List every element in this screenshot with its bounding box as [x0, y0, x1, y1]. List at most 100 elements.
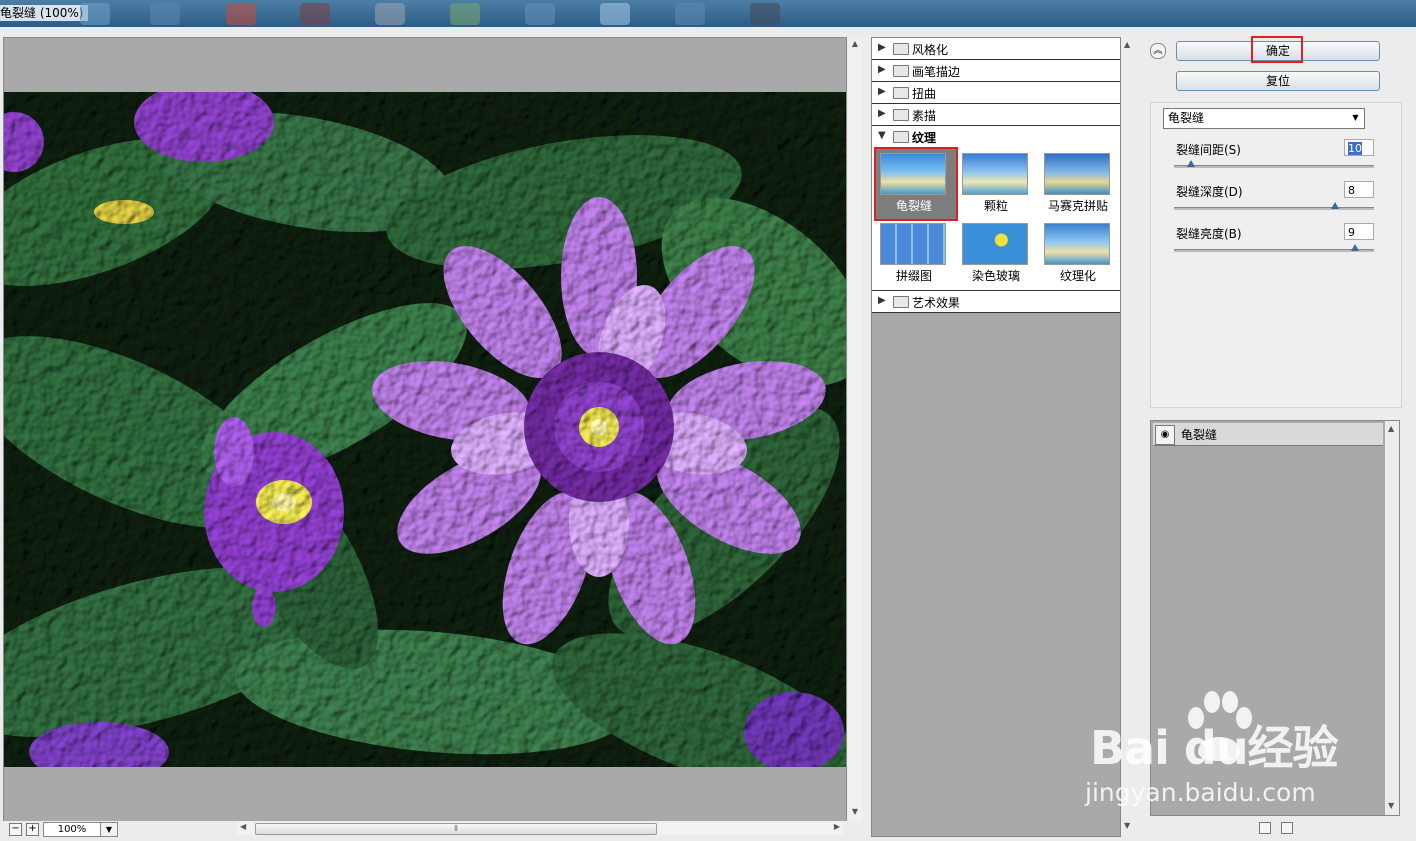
- chevron-down-icon[interactable]: ▼: [1348, 110, 1363, 126]
- preview-vertical-scrollbar[interactable]: ▲ ▼: [848, 37, 862, 821]
- taskbar-app-icon[interactable]: [525, 3, 555, 25]
- scroll-up-icon[interactable]: ▲: [1124, 40, 1130, 49]
- effect-layers-panel: ◉ 龟裂缝 ▲ ▼: [1150, 420, 1400, 816]
- filter-thumb-grain[interactable]: 颗粒: [958, 149, 1038, 219]
- crack-brightness-value: 9: [1348, 226, 1355, 239]
- expand-arrow-icon[interactable]: ▶: [878, 42, 886, 53]
- filter-thumb-texturizer[interactable]: 纹理化: [1040, 219, 1120, 289]
- effect-layer-row[interactable]: ◉ 龟裂缝: [1153, 423, 1383, 446]
- preview-canvas[interactable]: [3, 37, 847, 823]
- category-artistic[interactable]: ▶ 艺术效果: [872, 291, 1120, 313]
- category-label: 扭曲: [912, 87, 937, 101]
- taskbar-app-icon[interactable]: [450, 3, 480, 25]
- filter-preview-image: [1044, 223, 1110, 265]
- zoom-dropdown-icon[interactable]: ▼: [100, 822, 118, 837]
- folder-icon: [893, 296, 909, 308]
- filter-thumb-mosaic-tiles[interactable]: 马赛克拼贴: [1040, 149, 1120, 219]
- folder-icon: [893, 43, 909, 55]
- filter-preview-image: [1044, 153, 1110, 195]
- collapse-arrow-icon[interactable]: ▼: [878, 130, 886, 141]
- crack-depth-label: 裂缝深度(D): [1176, 185, 1243, 199]
- category-stylize[interactable]: ▶ 风格化: [872, 38, 1120, 60]
- crack-spacing-value: 10: [1348, 142, 1362, 155]
- texture-filter-thumbnails: 龟裂缝 颗粒 马赛克拼贴 拼缀图 染色玻璃 纹理化: [872, 146, 1120, 291]
- filter-label: 拼缀图: [895, 269, 932, 283]
- crack-spacing-slider-handle[interactable]: [1187, 160, 1195, 167]
- taskbar-app-icon[interactable]: [675, 3, 705, 25]
- scroll-thumb[interactable]: ⦀: [255, 823, 657, 835]
- expand-arrow-icon[interactable]: ▶: [878, 64, 886, 75]
- new-effect-layer-icon[interactable]: [1259, 822, 1271, 834]
- crack-brightness-label: 裂缝亮度(B): [1176, 227, 1242, 241]
- filter-preview-image: [880, 223, 946, 265]
- filter-gallery: ▶ 风格化 ▶ 画笔描边 ▶ 扭曲 ▶ 素描 ▼ 纹理 龟裂缝 颗粒 马赛克拼贴…: [871, 37, 1121, 837]
- category-label: 纹理: [912, 131, 937, 145]
- category-label: 风格化: [912, 43, 949, 57]
- crack-depth-field[interactable]: 8: [1344, 181, 1374, 198]
- filter-label: 龟裂缝: [895, 199, 932, 213]
- taskbar-app-icon[interactable]: [226, 3, 256, 25]
- scroll-down-icon[interactable]: ▼: [1124, 821, 1130, 830]
- crack-spacing-label: 裂缝间距(S): [1176, 143, 1241, 157]
- filter-label: 马赛克拼贴: [1047, 199, 1108, 213]
- category-distort[interactable]: ▶ 扭曲: [872, 82, 1120, 104]
- crack-depth-slider-handle[interactable]: [1331, 202, 1339, 209]
- expand-arrow-icon[interactable]: ▶: [878, 295, 886, 306]
- crack-brightness-slider-handle[interactable]: [1351, 244, 1359, 251]
- filter-label: 颗粒: [983, 199, 1008, 213]
- eye-icon[interactable]: ◉: [1155, 425, 1175, 445]
- scroll-up-icon[interactable]: ▲: [1388, 424, 1394, 433]
- taskbar-app-icon[interactable]: [375, 3, 405, 25]
- filter-preview-image: [962, 153, 1028, 195]
- taskbar-app-icon[interactable]: [600, 3, 630, 25]
- filter-thumb-patchwork[interactable]: 拼缀图: [876, 219, 956, 289]
- scroll-down-icon[interactable]: ▼: [850, 807, 860, 817]
- crack-spacing-slider[interactable]: [1174, 165, 1374, 168]
- taskbar-app-icon[interactable]: [300, 3, 330, 25]
- category-label: 艺术效果: [912, 296, 961, 310]
- filter-label: 纹理化: [1059, 269, 1096, 283]
- expand-arrow-icon[interactable]: ▶: [878, 108, 886, 119]
- folder-icon: [893, 109, 909, 121]
- taskbar-app-icon[interactable]: [750, 3, 780, 25]
- category-label: 画笔描边: [912, 65, 961, 79]
- delete-effect-layer-icon[interactable]: [1281, 822, 1293, 834]
- folder-open-icon: [893, 131, 909, 143]
- gallery-scrollbar[interactable]: ▲ ▼: [1121, 37, 1135, 835]
- preview-image: [4, 92, 846, 767]
- crack-depth-slider[interactable]: [1174, 207, 1374, 210]
- scroll-up-icon[interactable]: ▲: [850, 39, 860, 49]
- crack-spacing-field[interactable]: 10: [1344, 139, 1374, 156]
- category-brush-strokes[interactable]: ▶ 画笔描边: [872, 60, 1120, 82]
- crack-brightness-field[interactable]: 9: [1344, 223, 1374, 240]
- filter-label: 染色玻璃: [971, 269, 1020, 283]
- scroll-left-icon[interactable]: ◀: [240, 822, 246, 831]
- folder-icon: [893, 87, 909, 99]
- category-texture[interactable]: ▼ 纹理: [872, 126, 1120, 147]
- preview-zoom-bar: − + 100% ▼ ◀ ⦀ ▶: [3, 821, 863, 837]
- taskbar-app-icon[interactable]: [150, 3, 180, 25]
- filter-thumb-stained-glass[interactable]: 染色玻璃: [958, 219, 1038, 289]
- window-title: 龟裂缝 (100%): [0, 5, 88, 21]
- window-title-bar: 龟裂缝 (100%): [0, 0, 1416, 27]
- category-label: 素描: [912, 109, 937, 123]
- crack-brightness-slider[interactable]: [1174, 249, 1374, 252]
- category-sketch[interactable]: ▶ 素描: [872, 104, 1120, 126]
- effect-layer-name: 龟裂缝: [1181, 428, 1218, 442]
- filter-preview-image: [962, 223, 1028, 265]
- filter-select-value: 龟裂缝: [1168, 111, 1205, 125]
- filter-select[interactable]: 龟裂缝 ▼: [1163, 108, 1365, 129]
- collapse-gallery-icon[interactable]: ︽: [1150, 43, 1166, 59]
- scroll-down-icon[interactable]: ▼: [1388, 801, 1394, 810]
- filter-thumb-craquelure[interactable]: 龟裂缝: [874, 147, 958, 221]
- preview-horizontal-scrollbar[interactable]: ◀ ⦀ ▶: [237, 822, 843, 835]
- expand-arrow-icon[interactable]: ▶: [878, 86, 886, 97]
- layers-scrollbar[interactable]: ▲ ▼: [1385, 421, 1399, 815]
- taskbar-app-icon[interactable]: [80, 3, 110, 25]
- zoom-level-field[interactable]: 100%: [43, 822, 101, 837]
- folder-icon: [893, 65, 909, 77]
- scroll-right-icon[interactable]: ▶: [834, 822, 840, 831]
- reset-button[interactable]: 复位: [1176, 71, 1380, 91]
- zoom-in-button[interactable]: +: [26, 823, 39, 836]
- zoom-out-button[interactable]: −: [9, 823, 22, 836]
